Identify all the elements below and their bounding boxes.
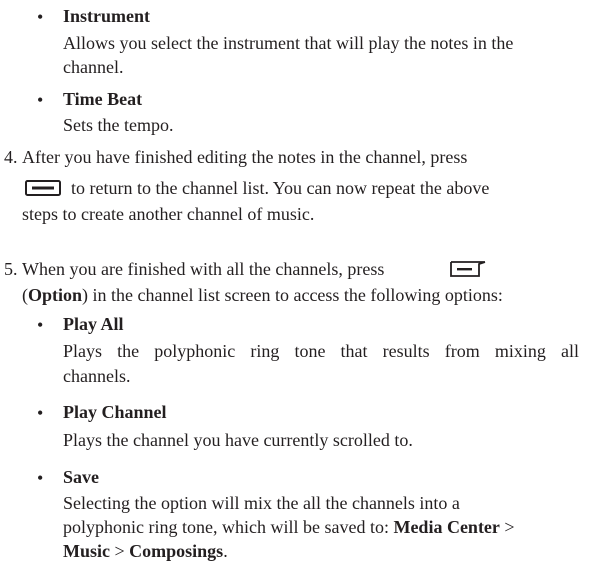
option-softkey-icon — [450, 261, 486, 277]
option-title-time-beat: Time Beat — [63, 89, 143, 109]
step-number-4: 4. — [4, 147, 18, 167]
option-softkey-label: Option — [28, 285, 83, 305]
option-title-play-all: Play All — [63, 314, 124, 334]
option-desc-instrument-line2: channel. — [63, 57, 124, 77]
option-title-save: Save — [63, 467, 99, 487]
bullet: • — [37, 7, 44, 27]
path-music: Music — [63, 541, 110, 561]
option-desc-instrument-line1: Allows you select the instrument that wi… — [63, 33, 514, 53]
option-desc-play-all-line1: Plays the polyphonic ring tone that resu… — [63, 341, 579, 361]
option-desc-save-line2: polyphonic ring tone, which will be save… — [63, 517, 515, 537]
bullet: • — [37, 468, 44, 488]
path-composings: Composings — [129, 541, 224, 561]
option-desc-time-beat: Sets the tempo. — [63, 115, 174, 135]
step5-line1: When you are finished with all the chann… — [22, 259, 385, 279]
step5-line2: (Option) in the channel list screen to a… — [22, 285, 503, 305]
step4-line3: steps to create another channel of music… — [22, 204, 315, 224]
left-softkey-icon — [25, 180, 61, 196]
option-desc-play-all-line2: channels. — [63, 366, 131, 386]
option-desc-play-channel: Plays the channel you have currently scr… — [63, 430, 413, 450]
option-desc-save-line1: Selecting the option will mix the all th… — [63, 493, 460, 513]
step-number-5: 5. — [4, 259, 18, 279]
option-title-instrument: Instrument — [63, 6, 151, 26]
path-media-center: Media Center — [393, 517, 500, 537]
bullet: • — [37, 90, 44, 110]
bullet: • — [37, 403, 44, 423]
option-title-play-channel: Play Channel — [63, 402, 167, 422]
bullet: • — [37, 315, 44, 335]
option-desc-save-line3: Music > Composings. — [63, 541, 228, 561]
step4-line2: to return to the channel list. You can n… — [71, 178, 490, 198]
step4-line1: After you have finished editing the note… — [22, 147, 468, 167]
